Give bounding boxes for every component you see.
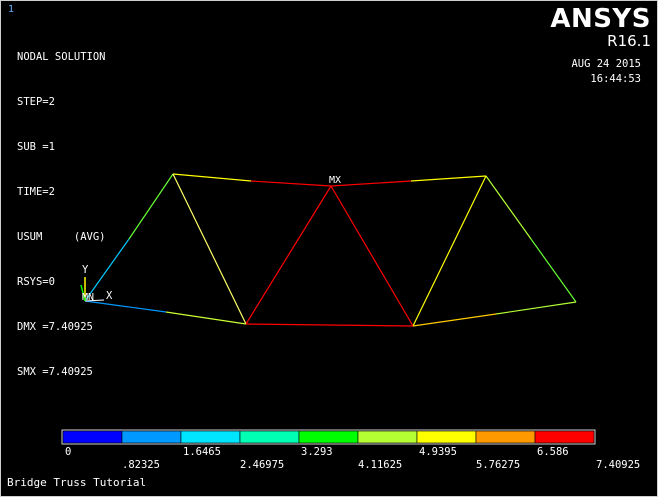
legend-swatch-9 — [534, 430, 595, 444]
element-bottom-3 — [245, 323, 414, 327]
element-end-right-lower — [530, 238, 577, 303]
legend-label-bottom-4: 5.76275 — [476, 459, 520, 471]
legend-label-top-4: 4.9395 — [419, 446, 457, 458]
triad-label-x: X — [106, 290, 113, 302]
element-bottom-4 — [412, 313, 497, 327]
max-marker: MX — [329, 175, 341, 186]
element-web-2 — [245, 185, 332, 325]
min-marker: MN — [82, 292, 94, 303]
element-bottom-1 — [84, 300, 167, 313]
legend-swatch-8 — [475, 430, 536, 444]
contour-legend — [61, 429, 596, 445]
legend-label-top-2: 1.6465 — [183, 446, 221, 458]
legend-swatch-1 — [62, 430, 123, 444]
element-web-4 — [412, 175, 487, 327]
element-bottom-2 — [165, 311, 247, 325]
element-web-3 — [330, 185, 414, 327]
legend-swatch-2 — [121, 430, 182, 444]
element-top-4 — [410, 175, 487, 182]
legend-label-bottom-3: 4.11625 — [358, 459, 402, 471]
element-top-1 — [172, 173, 252, 182]
legend-label-top-3: 3.293 — [301, 446, 333, 458]
legend-label-bottom-2: 2.46975 — [240, 459, 284, 471]
legend-label-bottom-1: .82325 — [122, 459, 160, 471]
legend-swatch-3 — [180, 430, 241, 444]
element-end-left-lower — [128, 173, 174, 240]
legend-swatch-7 — [416, 430, 477, 444]
graphics-window[interactable]: 1 NODAL SOLUTION STEP=2 SUB =1 TIME=2 US… — [0, 0, 658, 497]
element-bottom-5 — [495, 301, 577, 315]
truss-elements — [84, 173, 577, 327]
legend-swatch-4 — [239, 430, 300, 444]
legend-label-top-5: 6.586 — [537, 446, 569, 458]
legend-swatch-5 — [298, 430, 359, 444]
legend-swatch-6 — [357, 430, 418, 444]
legend-label-bottom-5: 7.40925 — [596, 459, 640, 471]
triad-label-y: Y — [82, 264, 89, 276]
plot-title: Bridge Truss Tutorial — [7, 476, 147, 489]
element-top-3 — [330, 180, 412, 187]
element-top-2 — [250, 180, 332, 187]
element-end-right-upper — [485, 175, 532, 240]
truss-plot: Y X MN MX 0 1.6465 3.293 4.9395 6.586 .82325 2… — [61, 173, 640, 471]
legend-label-top-1: 0 — [65, 446, 71, 458]
contour-legend-labels: 0 1.6465 3.293 4.9395 6.586 .82325 2.46975 4.11… — [65, 446, 640, 471]
element-web-1 — [172, 173, 247, 325]
